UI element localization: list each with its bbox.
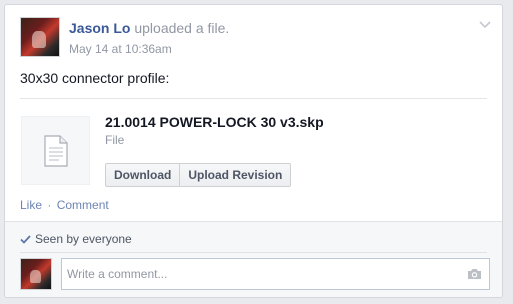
post-action-text: uploaded a file. (130, 20, 230, 36)
feedback-section: Seen by everyone (5, 221, 502, 297)
post-header: Jason Lo uploaded a file. (69, 20, 229, 36)
document-icon (43, 134, 68, 167)
chevron-down-icon[interactable] (478, 19, 492, 29)
viewer-avatar (20, 258, 52, 290)
file-thumbnail[interactable] (21, 116, 90, 185)
divider (20, 98, 487, 99)
comment-input[interactable] (62, 259, 462, 289)
file-name[interactable]: 21.0014 POWER-LOCK 30 v3.skp (105, 114, 324, 130)
author-avatar[interactable] (20, 17, 60, 57)
post-actions: Like · Comment (20, 198, 109, 212)
like-link[interactable]: Like (20, 198, 42, 212)
download-button[interactable]: Download (105, 163, 181, 187)
comment-link[interactable]: Comment (57, 198, 109, 212)
post-message: 30x30 connector profile: (20, 70, 170, 86)
upload-revision-button[interactable]: Upload Revision (180, 163, 292, 187)
action-separator: · (47, 198, 52, 212)
author-name-link[interactable]: Jason Lo (69, 20, 130, 36)
file-button-group: Download Upload Revision (105, 163, 292, 187)
seen-by-status: Seen by everyone (20, 232, 132, 246)
post-timestamp[interactable]: May 14 at 10:36am (69, 42, 172, 56)
file-type-label: File (105, 133, 125, 147)
checkmark-icon (20, 234, 31, 244)
seen-by-text: Seen by everyone (35, 232, 132, 246)
camera-icon[interactable] (467, 268, 482, 280)
divider (20, 252, 487, 253)
comment-box[interactable] (61, 258, 490, 290)
post-card: Jason Lo uploaded a file. May 14 at 10:3… (4, 4, 503, 298)
